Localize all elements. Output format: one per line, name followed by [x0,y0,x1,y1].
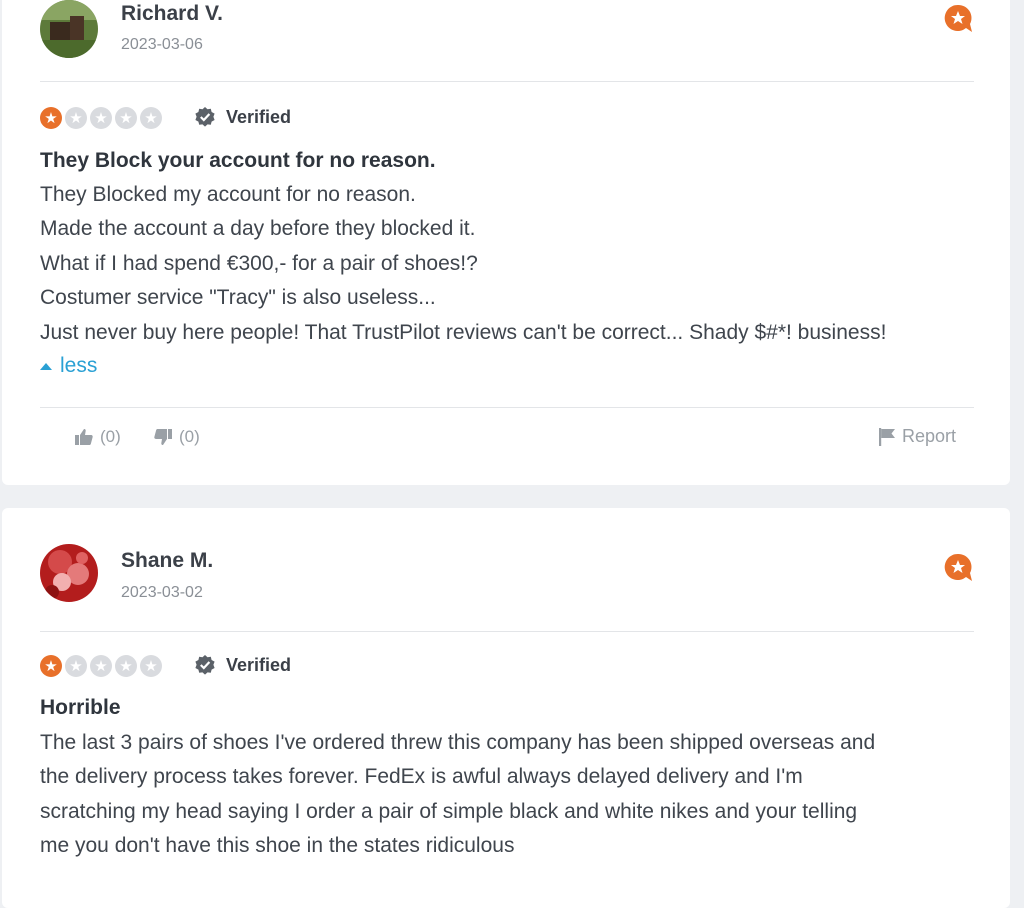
review-body-line: Costumer service "Tracy" is also useless… [40,286,436,310]
report-label: Report [902,426,957,446]
verified-label: Verified [226,106,292,127]
review-body-line: What if I had spend €300,- for a pair of… [40,251,478,275]
star-icon: ★ [40,655,62,677]
review-body-line: me you don't have this shoe in the state… [40,834,515,858]
reviewer-name[interactable]: Shane M. [121,549,213,573]
star-icon: ★ [115,655,137,677]
review-body-line: They Blocked my account for no reason. [40,183,416,206]
divider [40,81,974,82]
verified-badge: Verified [194,106,291,128]
thumbs-down-icon [154,429,172,445]
like-button[interactable]: (0) [74,427,121,447]
star-rating: ★ ★ ★ ★ ★ [40,107,162,129]
review-source-icon [942,551,974,583]
star-icon: ★ [140,655,162,677]
review-card: Richard V. 2023-03-06 ★ ★ ★ ★ ★ Verified… [2,0,1010,485]
review-title: They Block your account for no reason. [40,149,436,172]
verified-badge: Verified [194,654,291,676]
avatar[interactable] [40,0,98,58]
review-date: 2023-03-06 [121,36,203,53]
star-icon: ★ [115,107,137,129]
verified-label: Verified [226,654,292,675]
review-body: The last 3 pairs of shoes I've ordered t… [40,726,980,864]
review-body-line: the delivery process takes forever. FedE… [40,765,803,789]
star-icon: ★ [40,107,62,129]
review-body-line: Just never buy here people! That TrustPi… [40,320,887,344]
star-icon: ★ [65,655,87,677]
divider [40,407,974,408]
report-button[interactable]: Report [878,426,956,447]
review-body-line: Made the account a day before they block… [40,217,476,241]
review-source-icon [942,2,974,34]
caret-up-icon [40,363,52,370]
review-title: Horrible [40,696,121,719]
star-rating: ★ ★ ★ ★ ★ [40,655,162,677]
star-icon: ★ [65,107,87,129]
star-icon: ★ [140,107,162,129]
show-less-label: less [60,354,98,377]
verified-icon [195,655,215,675]
dislike-button[interactable]: (0) [153,427,200,447]
thumbs-up-icon [75,429,93,445]
review-date: 2023-03-02 [121,584,203,601]
avatar[interactable] [40,544,98,602]
like-count: (0) [100,427,121,446]
review-card: Shane M. 2023-03-02 ★ ★ ★ ★ ★ Verified H… [2,508,1010,908]
verified-icon [195,107,215,127]
reviewer-name[interactable]: Richard V. [121,2,223,26]
divider [40,631,974,632]
review-body-line: scratching my head saying I order a pair… [40,799,858,823]
star-icon: ★ [90,655,112,677]
show-less-link[interactable]: less [40,354,97,378]
review-body-line: The last 3 pairs of shoes I've ordered t… [40,731,876,754]
flag-icon [879,427,895,446]
dislike-count: (0) [179,427,200,446]
review-body: They Blocked my account for no reason. M… [40,178,980,350]
star-icon: ★ [90,107,112,129]
